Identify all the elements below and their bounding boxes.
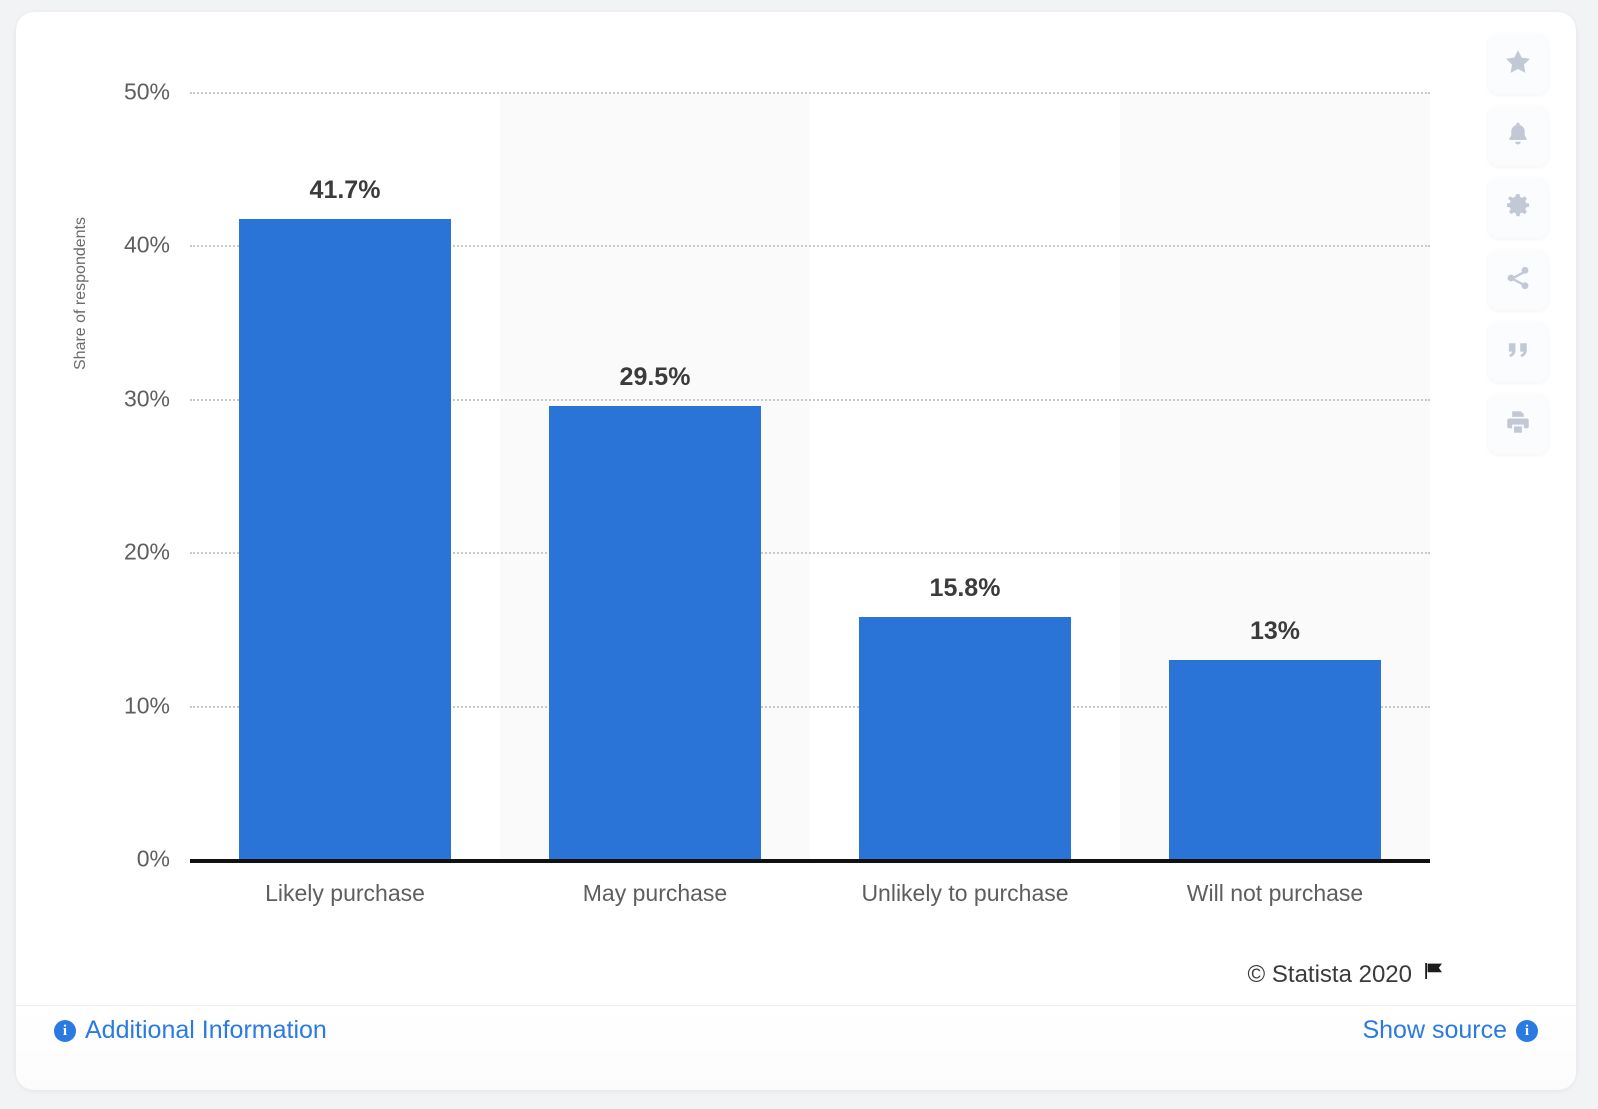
bar-value-label: 15.8%: [929, 573, 1001, 602]
bar[interactable]: [549, 406, 761, 859]
y-axis-tick: 30%: [123, 385, 170, 412]
flag-icon[interactable]: [1422, 959, 1446, 990]
copyright: © Statista 2020: [1248, 959, 1446, 990]
print-icon: [1504, 408, 1532, 441]
star-icon: [1503, 47, 1533, 82]
x-axis-category-label: May purchase: [582, 880, 728, 906]
bar[interactable]: [239, 219, 451, 859]
print-button[interactable]: [1488, 394, 1548, 454]
x-axis-category-label: Likely purchase: [265, 880, 425, 906]
show-source-link[interactable]: Show source i: [1362, 1016, 1538, 1045]
favorite-button[interactable]: [1488, 34, 1548, 94]
info-icon: i: [54, 1019, 76, 1042]
y-axis-tick: 0%: [136, 845, 170, 872]
x-axis-category-label: Will not purchase: [1186, 880, 1364, 906]
bar-value-label: 29.5%: [619, 363, 691, 392]
quote-icon: [1504, 336, 1532, 369]
chart-figure: Share of respondents 0% 10% 20% 30% 40% 50% 4…: [16, 12, 1576, 947]
share-icon: [1504, 264, 1532, 297]
y-axis-tick: 10%: [123, 692, 170, 719]
action-toolbar[interactable]: [1488, 34, 1548, 454]
card-footer: i Additional Information Show source i: [16, 1005, 1576, 1090]
y-axis-title: Share of respondents: [72, 217, 89, 370]
x-axis-line: [190, 859, 1430, 863]
bar[interactable]: [859, 616, 1071, 859]
alert-button[interactable]: [1488, 106, 1548, 166]
bar-value-label: 13%: [1249, 616, 1301, 645]
additional-information-link[interactable]: i Additional Information: [54, 1016, 327, 1045]
y-axis-tick-labels: 0% 10% 20% 30% 40% 50%: [90, 12, 170, 947]
gear-icon: [1504, 192, 1532, 225]
bar[interactable]: [1169, 659, 1381, 859]
cite-button[interactable]: [1488, 322, 1548, 382]
copyright-text: © Statista 2020: [1247, 960, 1412, 988]
show-source-label: Show source: [1362, 1016, 1507, 1044]
settings-button[interactable]: [1488, 178, 1548, 238]
info-icon: i: [1516, 1019, 1538, 1042]
bar-value-label: 41.7%: [309, 176, 381, 205]
bell-icon: [1504, 120, 1532, 153]
y-axis-tick: 20%: [123, 538, 170, 565]
gridline: [190, 92, 1430, 94]
y-axis-tick: 40%: [123, 231, 170, 258]
x-axis-category-label: Unlikely to purchase: [861, 880, 1069, 906]
chart-card: Share of respondents 0% 10% 20% 30% 40% 50% 4…: [16, 12, 1576, 1090]
share-button[interactable]: [1488, 250, 1548, 310]
additional-information-label: Additional Information: [85, 1016, 327, 1044]
y-axis-tick: 50%: [123, 78, 170, 105]
